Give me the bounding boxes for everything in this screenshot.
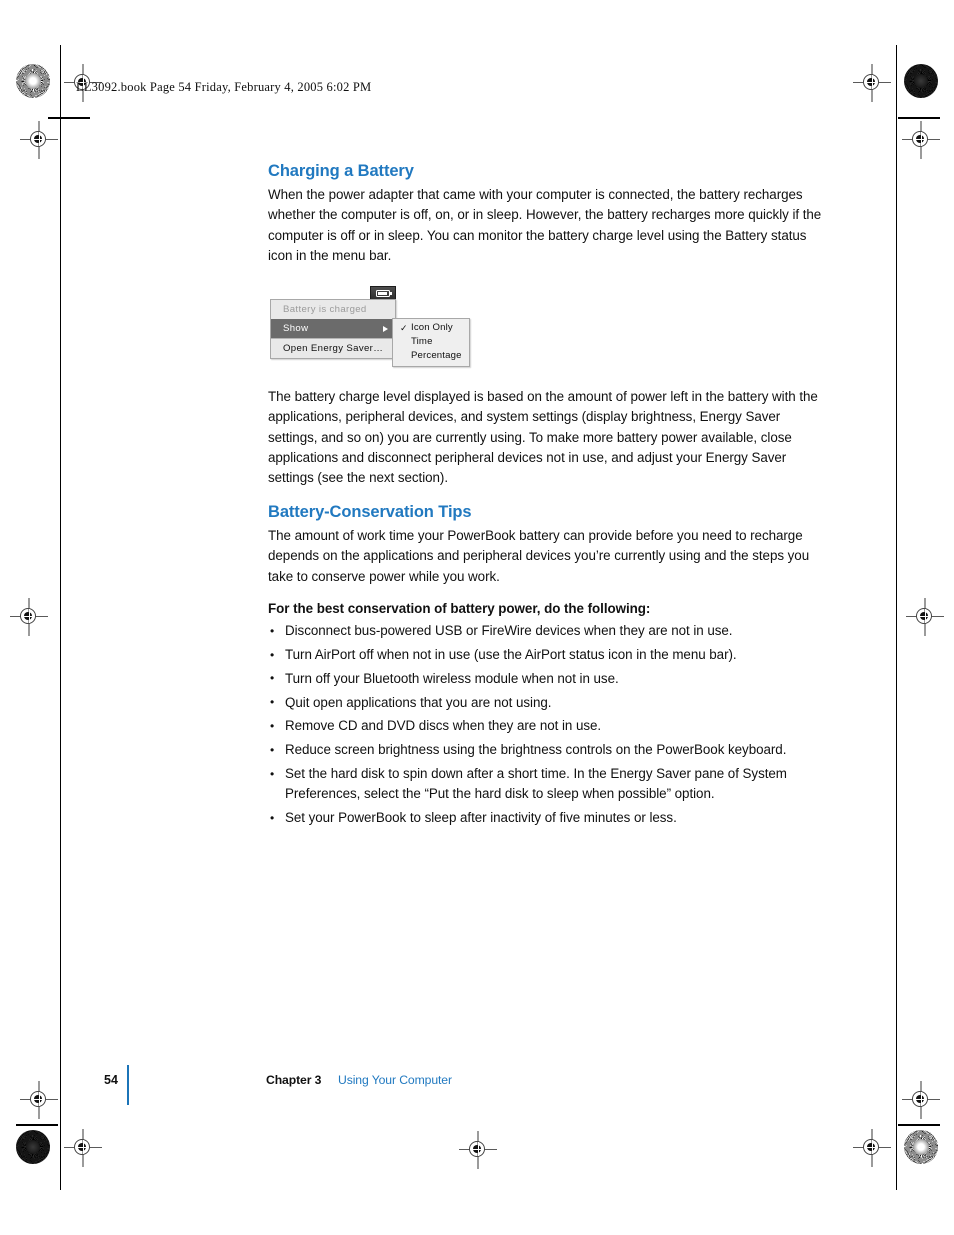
rosette-mark-top-right: [904, 64, 938, 98]
tips-list: Disconnect bus-powered USB or FireWire d…: [268, 621, 828, 828]
registration-mark-mid-left: [10, 598, 48, 636]
battery-menu-illustration: Battery is charged Show Open Energy Save…: [270, 286, 475, 367]
registration-mark-bottom-right: [853, 1129, 891, 1167]
menu-item-battery-is-charged: Battery is charged: [283, 304, 367, 315]
trim-tick-top-right: [898, 117, 940, 119]
paragraph-charge-level-detail: The battery charge level displayed is ba…: [268, 389, 818, 486]
chapter-title: Using Your Computer: [338, 1073, 452, 1087]
heading-battery-conservation-tips: Battery-Conservation Tips: [268, 503, 472, 521]
rosette-mark-bottom-left: [16, 1130, 50, 1164]
section-charge-level-detail: The battery charge level displayed is ba…: [268, 387, 828, 488]
registration-mark-right-upper: [902, 121, 940, 159]
trim-line-right: [896, 45, 897, 1190]
trim-tick-bottom-right: [898, 1124, 940, 1126]
list-item: Quit open applications that you are not …: [268, 692, 828, 713]
chevron-right-icon: [383, 325, 388, 332]
trim-tick-bottom-left: [16, 1124, 58, 1126]
list-item: Set the hard disk to spin down after a s…: [268, 764, 828, 805]
submenu-item-percentage[interactable]: Percentage: [393, 349, 469, 363]
submenu-item-time[interactable]: Time: [393, 335, 469, 349]
list-item: Reduce screen brightness using the brigh…: [268, 740, 828, 761]
menu-item-show[interactable]: Show: [271, 319, 395, 338]
list-item: Disconnect bus-powered USB or FireWire d…: [268, 621, 828, 642]
footer-divider: [127, 1065, 129, 1105]
rosette-mark-top-left: [16, 64, 50, 98]
list-item: Set your PowerBook to sleep after inacti…: [268, 808, 828, 829]
heading-charging-a-battery: Charging a Battery: [268, 162, 414, 180]
registration-mark-bottom-center: [459, 1131, 497, 1169]
battery-status-menu: Battery is charged Show Open Energy Save…: [270, 299, 396, 359]
section-battery-conservation-tips: Battery-Conservation Tips The amount of …: [268, 503, 828, 587]
section-charging-a-battery: Charging a Battery When the power adapte…: [268, 162, 828, 266]
page-canvas: LL3092.book Page 54 Friday, February 4, …: [0, 0, 954, 1235]
battery-status-icon[interactable]: [370, 286, 396, 300]
running-head: LL3092.book Page 54 Friday, February 4, …: [76, 80, 372, 94]
registration-mark-top-right: [853, 64, 891, 102]
show-submenu: ✓ Icon Only Time Percentage: [392, 318, 470, 367]
list-item: Turn AirPort off when not in use (use th…: [268, 645, 828, 666]
chapter-label: Chapter 3: [266, 1073, 322, 1087]
paragraph-battery-conservation-tips: The amount of work time your PowerBook b…: [268, 528, 810, 584]
menu-item-show-label: Show: [283, 323, 309, 334]
trim-tick-top-left: [48, 117, 90, 119]
tips-lead-in: For the best conservation of battery pow…: [268, 601, 651, 616]
registration-mark-mid-right: [906, 598, 944, 636]
list-item: Turn off your Bluetooth wireless module …: [268, 668, 828, 689]
paragraph-charging-a-battery: When the power adapter that came with yo…: [268, 187, 822, 263]
submenu-item-percentage-label: Percentage: [411, 350, 462, 361]
submenu-item-icon-only[interactable]: ✓ Icon Only: [393, 321, 469, 335]
page-number: 54: [104, 1073, 118, 1087]
battery-glyph: [376, 289, 392, 297]
rosette-mark-bottom-right: [904, 1130, 938, 1164]
submenu-item-time-label: Time: [411, 336, 433, 347]
submenu-item-icon-only-label: Icon Only: [411, 322, 453, 333]
registration-mark-left-upper: [20, 121, 58, 159]
page-footer: 54 Chapter 3 Using Your Computer: [0, 1065, 954, 1105]
list-item: Remove CD and DVD discs when they are no…: [268, 716, 828, 737]
menu-item-open-energy-saver[interactable]: Open Energy Saver…: [271, 338, 395, 358]
checkmark-icon: ✓: [400, 323, 408, 333]
trim-line-left: [60, 45, 61, 1190]
conservation-tips-block: For the best conservation of battery pow…: [268, 599, 828, 832]
registration-mark-bottom-left: [64, 1129, 102, 1167]
